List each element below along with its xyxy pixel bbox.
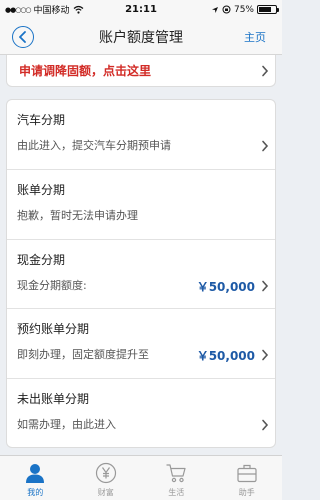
signal-dots-icon: ●●○○○: [5, 5, 32, 14]
chevron-right-icon: [262, 419, 269, 431]
battery-level: [259, 7, 271, 12]
status-bar-left: ●●○○○ 中国移动: [5, 3, 84, 16]
battery-icon: [257, 5, 279, 14]
tab-label: 生活: [168, 488, 185, 497]
item-title: 汽车分期: [17, 113, 66, 127]
tab-assistant[interactable]: 助手: [212, 456, 282, 498]
wifi-icon: [73, 5, 83, 14]
battery-percent: 75%: [233, 4, 254, 15]
tab-label: 助手: [238, 488, 255, 497]
status-bar-right: 75%: [211, 4, 279, 15]
tab-label: 我的: [27, 488, 44, 497]
tab-life[interactable]: 生活: [141, 456, 211, 498]
item-title: 预约账单分期: [17, 322, 90, 337]
orientation-lock-icon: [222, 5, 231, 14]
list-item-cash-installment[interactable]: 现金分期 现金分期额度: ￥50,000: [7, 240, 275, 310]
location-arrow-icon: [211, 6, 218, 13]
chevron-left-icon: [19, 31, 26, 43]
nav-bar: 账户额度管理 主页: [0, 19, 282, 55]
chevron-right-icon: [262, 350, 269, 361]
tab-wealth[interactable]: 财富: [71, 456, 141, 498]
home-link[interactable]: 主页: [244, 29, 266, 45]
tab-bar: 我的 财富 生活 助手: [0, 455, 282, 500]
list-item-car-installment[interactable]: 汽车分期 由此进入，提交汽车分期预申请: [7, 100, 275, 170]
yen-coin-icon: [94, 461, 118, 485]
item-subtitle: 由此进入，提交汽车分期预申请: [17, 139, 171, 152]
tab-mine[interactable]: 我的: [0, 456, 70, 498]
banner-text: 申请调降固额，点击这里: [19, 64, 152, 78]
page-title: 账户额度管理: [99, 29, 183, 46]
item-title: 未出账单分期: [17, 392, 90, 407]
item-title: 现金分期: [17, 252, 66, 267]
chevron-right-icon: [262, 65, 269, 76]
item-title: 账单分期: [17, 182, 66, 197]
list-item-unbilled-installment[interactable]: 未出账单分期 如需办理，由此进入: [7, 379, 275, 447]
reduce-limit-banner[interactable]: 申请调降固额，点击这里: [6, 55, 276, 87]
tab-label: 财富: [97, 488, 114, 497]
item-subtitle: 抱歉，暂时无法申请办理: [17, 208, 138, 222]
carrier-label: 中国移动: [33, 6, 70, 16]
status-bar: ●●○○○ 中国移动 21:11 75%: [0, 0, 282, 19]
item-amount: ￥50,000: [196, 349, 255, 364]
chevron-right-icon: [262, 140, 269, 152]
back-button[interactable]: [12, 26, 34, 48]
installment-options-card: 汽车分期 由此进入，提交汽车分期预申请 账单分期 抱歉，暂时无法申请办理 现金分…: [6, 99, 276, 448]
item-amount: ￥50,000: [196, 279, 255, 294]
list-item-bill-installment[interactable]: 账单分期 抱歉，暂时无法申请办理: [7, 170, 275, 240]
person-icon: [23, 461, 47, 485]
briefcase-icon: [235, 461, 259, 485]
chevron-right-icon: [262, 280, 269, 291]
list-item-scheduled-bill-installment[interactable]: 预约账单分期 即刻办理，固定额度提升至 ￥50,000: [7, 309, 275, 380]
item-subtitle: 如需办理，由此进入: [17, 418, 116, 432]
shopping-cart-icon: [164, 461, 188, 485]
